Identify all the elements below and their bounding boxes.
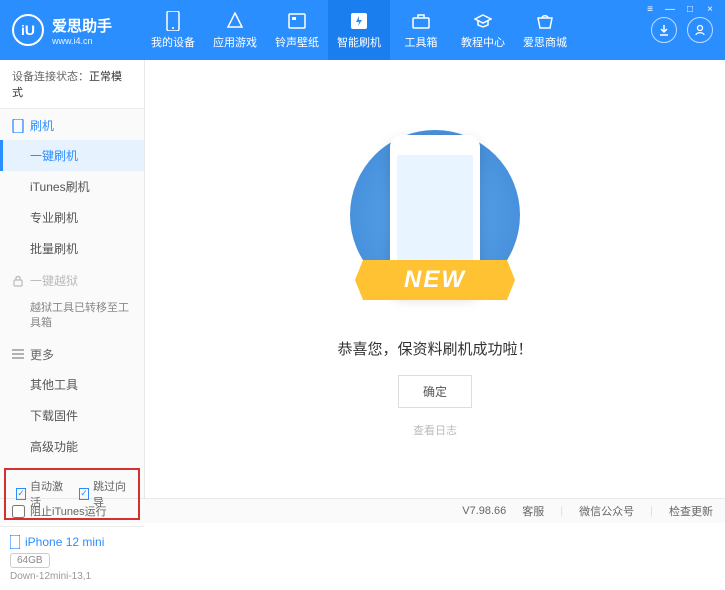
user-button[interactable] xyxy=(687,17,713,43)
version-label: V7.98.66 xyxy=(462,505,506,517)
sidebar-item-other-tools[interactable]: 其他工具 xyxy=(0,369,144,400)
store-icon xyxy=(535,11,555,31)
tab-toolbox[interactable]: 工具箱 xyxy=(390,0,452,60)
sidebar-item-download-firmware[interactable]: 下载固件 xyxy=(0,400,144,431)
lock-icon xyxy=(12,275,24,287)
main-content: NEW 恭喜您，保资料刷机成功啦！ 确定 查看日志 xyxy=(145,60,725,498)
tab-label: 工具箱 xyxy=(405,34,438,50)
tab-label: 我的设备 xyxy=(151,34,195,50)
connection-status: 设备连接状态：正常模式 xyxy=(0,60,144,109)
jailbreak-note: 越狱工具已转移至工具箱 xyxy=(0,295,144,338)
sidebar-section-jailbreak: 一键越狱 xyxy=(0,264,144,295)
sidebar-item-advanced[interactable]: 高级功能 xyxy=(0,431,144,462)
device-storage: 64GB xyxy=(10,553,50,568)
sidebar-item-pro-flash[interactable]: 专业刷机 xyxy=(0,202,144,233)
toolbox-icon xyxy=(411,11,431,31)
list-icon xyxy=(12,349,24,359)
success-message: 恭喜您，保资料刷机成功啦！ xyxy=(337,338,532,359)
tab-apps[interactable]: 应用游戏 xyxy=(204,0,266,60)
sidebar: 设备连接状态：正常模式 刷机 一键刷机 iTunes刷机 专业刷机 批量刷机 一… xyxy=(0,60,145,498)
check-icon: ✓ xyxy=(79,488,89,500)
logo[interactable]: iU 爱思助手 www.i4.cn xyxy=(12,14,142,46)
win-minimize-icon[interactable]: — xyxy=(661,2,679,16)
tab-label: 爱思商城 xyxy=(523,34,567,50)
new-badge: NEW xyxy=(355,260,515,300)
checkbox-block-itunes[interactable]: 阻止iTunes运行 xyxy=(12,503,107,519)
app-header: iU 爱思助手 www.i4.cn 我的设备 应用游戏 铃声壁纸 智能刷机 工具… xyxy=(0,0,725,60)
download-button[interactable] xyxy=(651,17,677,43)
device-info[interactable]: iPhone 12 mini 64GB Down-12mini-13,1 xyxy=(0,526,144,590)
win-close-icon[interactable]: × xyxy=(701,2,719,16)
app-url: www.i4.cn xyxy=(52,36,112,46)
check-update-link[interactable]: 检查更新 xyxy=(669,503,713,519)
phone-icon xyxy=(163,11,183,31)
view-log-link[interactable]: 查看日志 xyxy=(413,422,457,438)
device-id: Down-12mini-13,1 xyxy=(10,571,134,582)
wechat-link[interactable]: 微信公众号 xyxy=(579,503,634,519)
phone-small-icon xyxy=(12,119,24,133)
tab-label: 教程中心 xyxy=(461,34,505,50)
sidebar-item-batch-flash[interactable]: 批量刷机 xyxy=(0,233,144,264)
success-illustration: NEW xyxy=(345,120,525,320)
sidebar-item-itunes-flash[interactable]: iTunes刷机 xyxy=(0,171,144,202)
tab-my-device[interactable]: 我的设备 xyxy=(142,0,204,60)
app-title: 爱思助手 xyxy=(52,15,112,36)
checkbox-input[interactable] xyxy=(12,505,25,518)
sidebar-section-flash[interactable]: 刷机 xyxy=(0,109,144,140)
flash-icon xyxy=(349,11,369,31)
logo-icon: iU xyxy=(12,14,44,46)
device-name: iPhone 12 mini xyxy=(25,535,104,549)
tab-flash[interactable]: 智能刷机 xyxy=(328,0,390,60)
tutorial-icon xyxy=(473,11,493,31)
confirm-button[interactable]: 确定 xyxy=(398,375,472,408)
tab-label: 铃声壁纸 xyxy=(275,34,319,50)
sidebar-section-more[interactable]: 更多 xyxy=(0,338,144,369)
apps-icon xyxy=(225,11,245,31)
tab-store[interactable]: 爱思商城 xyxy=(514,0,576,60)
sidebar-item-oneclick-flash[interactable]: 一键刷机 xyxy=(0,140,144,171)
tab-label: 智能刷机 xyxy=(337,34,381,50)
tab-ringtones[interactable]: 铃声壁纸 xyxy=(266,0,328,60)
tab-tutorials[interactable]: 教程中心 xyxy=(452,0,514,60)
customer-service-link[interactable]: 客服 xyxy=(522,503,544,519)
nav-tabs: 我的设备 应用游戏 铃声壁纸 智能刷机 工具箱 教程中心 爱思商城 xyxy=(142,0,651,60)
wallpaper-icon xyxy=(287,11,307,31)
device-phone-icon xyxy=(10,535,20,549)
check-icon: ✓ xyxy=(16,488,26,500)
win-maximize-icon[interactable]: □ xyxy=(681,2,699,16)
tab-label: 应用游戏 xyxy=(213,34,257,50)
win-settings-icon[interactable]: ≡ xyxy=(641,2,659,16)
